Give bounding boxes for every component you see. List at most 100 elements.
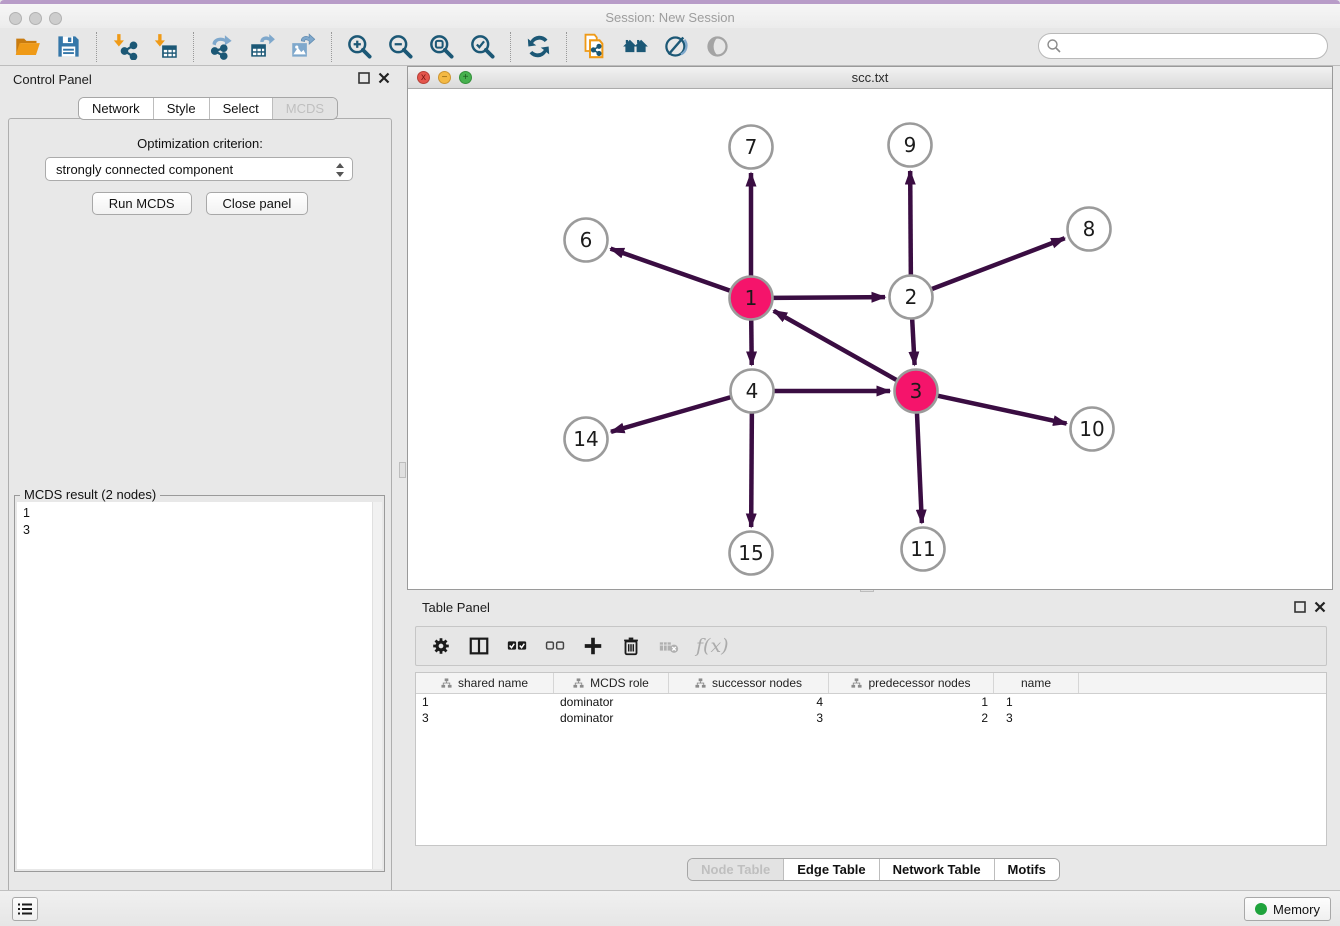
zoom-fit-icon[interactable] [428,33,455,60]
tab-mcds[interactable]: MCDS [272,98,337,119]
add-column-icon[interactable] [582,635,604,657]
function-builder-icon: f(x) [696,635,729,657]
edge-2-3[interactable] [912,319,914,365]
cell-shared-name[interactable]: 1 [416,694,554,710]
graph-node-label-1: 1 [745,286,758,310]
graph-node-label-11: 11 [910,537,935,561]
table-row[interactable]: 1 dominator 4 1 1 [416,694,1326,710]
zoom-out-icon[interactable] [387,33,414,60]
edge-3-1[interactable] [774,311,897,380]
graph-node-label-2: 2 [905,285,918,309]
open-file-icon[interactable] [14,33,41,60]
tab-edge-table[interactable]: Edge Table [783,859,878,880]
close-panel-button[interactable]: Close panel [206,192,309,215]
close-panel-icon[interactable] [378,72,390,84]
tab-network[interactable]: Network [79,98,153,119]
refresh-view-icon[interactable] [525,33,552,60]
edge-1-6[interactable] [611,249,731,291]
tab-motifs[interactable]: Motifs [994,859,1059,880]
edge-3-11[interactable] [917,413,922,523]
result-scrollbar[interactable] [372,502,382,869]
zoom-in-icon[interactable] [346,33,373,60]
export-network-icon[interactable] [208,33,235,60]
graph-node-label-15: 15 [738,541,763,565]
save-session-icon[interactable] [55,33,82,60]
column-header-successor-nodes[interactable]: successor nodes [669,673,829,693]
zoom-selected-icon[interactable] [469,33,496,60]
toggle-panel-split-icon[interactable] [468,635,490,657]
tab-node-table[interactable]: Node Table [688,859,783,880]
close-table-panel-icon[interactable] [1314,601,1326,613]
import-network-icon[interactable] [111,33,138,60]
cell-name[interactable]: 3 [994,710,1079,726]
column-settings-gear-icon[interactable] [430,635,452,657]
window-title: Session: New Session [0,10,1340,25]
birds-eye-icon[interactable] [704,33,731,60]
column-header-name[interactable]: name [994,673,1079,693]
criterion-value: strongly connected component [56,162,233,177]
cell-mcds-role[interactable]: dominator [554,694,669,710]
edge-2-9[interactable] [910,171,911,275]
cell-shared-name[interactable]: 3 [416,710,554,726]
network-view-window: x − + scc.txt 1234678910111415 [407,66,1333,590]
cell-predecessor-nodes[interactable]: 1 [829,694,994,710]
edge-3-10[interactable] [938,396,1067,424]
edge-4-14[interactable] [611,397,731,432]
table-panel: Table Panel f(x) shared name MCDS role s… [407,594,1340,890]
edge-4-15[interactable] [751,413,752,527]
delete-columns-trash-icon[interactable] [620,635,642,657]
export-table-icon[interactable] [249,33,276,60]
graph-node-label-9: 9 [904,133,917,157]
first-neighbors-home-icon[interactable] [622,33,649,60]
cell-successor-nodes[interactable]: 4 [669,694,829,710]
column-header-shared-name[interactable]: shared name [416,673,554,693]
run-mcds-button[interactable]: Run MCDS [92,192,192,215]
search-icon [1046,38,1062,54]
tab-style[interactable]: Style [153,98,209,119]
control-panel-title: Control Panel [13,72,92,87]
float-table-panel-icon[interactable] [1294,601,1306,613]
tab-select[interactable]: Select [209,98,272,119]
column-header-mcds-role[interactable]: MCDS role [554,673,669,693]
edge-1-2[interactable] [773,297,885,298]
search-input[interactable] [1038,33,1328,59]
list-icon [17,902,33,916]
select-all-icon[interactable] [506,635,528,657]
tab-network-table[interactable]: Network Table [879,859,994,880]
cell-successor-nodes[interactable]: 3 [669,710,829,726]
delete-table-icon [658,635,680,657]
cell-predecessor-nodes[interactable]: 2 [829,710,994,726]
column-type-icon [441,678,452,689]
column-type-icon [573,678,584,689]
table-panel-title: Table Panel [422,600,490,615]
graph-node-label-14: 14 [573,427,598,451]
column-header-predecessor-nodes[interactable]: predecessor nodes [829,673,994,693]
mcds-result-group: MCDS result (2 nodes) 1 3 [14,495,385,872]
float-panel-icon[interactable] [358,72,370,84]
memory-button[interactable]: Memory [1244,897,1331,921]
table-tabs: Node Table Edge Table Network Table Moti… [687,858,1060,881]
cell-mcds-role[interactable]: dominator [554,710,669,726]
deselect-all-icon[interactable] [544,635,566,657]
export-image-icon[interactable] [290,33,317,60]
memory-status-dot [1255,903,1267,915]
graph-node-label-7: 7 [745,135,758,159]
table-header-row: shared name MCDS role successor nodes pr… [416,673,1326,694]
show-hide-graphics-icon[interactable] [663,33,690,60]
main-toolbar [0,28,1340,66]
column-type-icon [851,678,862,689]
network-window-titlebar[interactable]: x − + scc.txt [408,67,1332,89]
clone-network-icon[interactable] [581,33,608,60]
criterion-dropdown[interactable]: strongly connected component [45,157,353,181]
graph-node-label-10: 10 [1079,417,1104,441]
vertical-splitter-grip[interactable] [399,462,406,478]
cell-name[interactable]: 1 [994,694,1079,710]
import-table-icon[interactable] [152,33,179,60]
memory-label: Memory [1273,902,1320,917]
mcds-result-text[interactable]: 1 3 [17,502,372,869]
table-row[interactable]: 3 dominator 3 2 3 [416,710,1326,726]
mcds-result-title: MCDS result (2 nodes) [20,487,160,502]
task-history-button[interactable] [12,897,38,921]
edge-2-8[interactable] [932,238,1065,289]
network-canvas-svg[interactable]: 1234678910111415 [408,89,1332,589]
